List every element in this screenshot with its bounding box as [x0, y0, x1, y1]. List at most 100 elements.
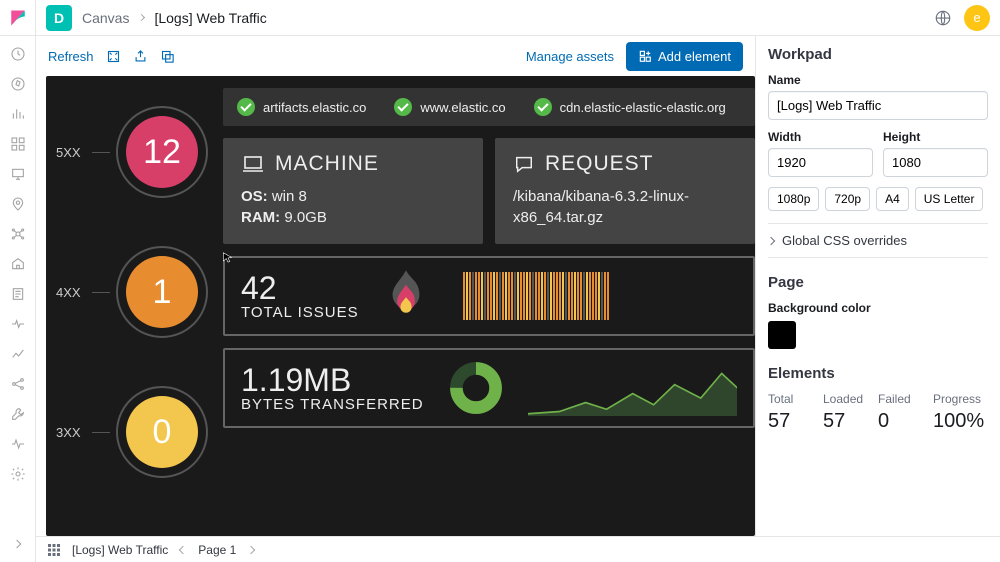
- css-overrides-accordion[interactable]: Global CSS overrides: [768, 223, 988, 258]
- settings-panel: Workpad Name Width Height 1080p 720p A4 …: [755, 36, 1000, 536]
- canvas-viewport[interactable]: 5XX 12 4XX 1 3XX 0: [46, 76, 755, 536]
- fullscreen-icon[interactable]: [106, 49, 121, 64]
- add-element-button[interactable]: Add element: [626, 42, 743, 71]
- kibana-logo[interactable]: [0, 0, 36, 36]
- flame-icon: [383, 268, 429, 324]
- host-pills[interactable]: artifacts.elastic.co www.elastic.co cdn.…: [223, 88, 755, 126]
- stat-progress: Progress 100%: [933, 392, 988, 433]
- bytes-row[interactable]: 1.19MB BYTES TRANSFERRED: [223, 348, 755, 428]
- status-4xx-value: 1: [126, 256, 198, 328]
- preset-usletter[interactable]: US Letter: [915, 187, 984, 211]
- footer-page-label[interactable]: Page 1: [198, 543, 236, 557]
- check-icon: [394, 98, 412, 116]
- refresh-button[interactable]: Refresh: [48, 49, 94, 64]
- elements-header: Elements: [768, 365, 988, 382]
- prev-page-icon[interactable]: [179, 545, 187, 553]
- laptop-icon: [241, 154, 265, 174]
- left-nav: [0, 36, 36, 562]
- ml-icon[interactable]: [10, 226, 26, 242]
- next-page-icon[interactable]: [247, 545, 255, 553]
- map-pin-icon[interactable]: [10, 196, 26, 212]
- request-title: REQUEST: [545, 152, 654, 176]
- footer-workpad-name[interactable]: [Logs] Web Traffic: [72, 543, 168, 557]
- machine-os: win 8: [272, 188, 307, 205]
- chevron-right-icon: [138, 14, 145, 21]
- chevron-right-icon: [767, 236, 775, 244]
- app-icon[interactable]: D: [46, 5, 72, 31]
- canvas-toolbar: Refresh Manage assets Add element: [36, 36, 755, 76]
- host-pill-2: cdn.elastic-elastic-elastic.org: [534, 98, 726, 116]
- page-footer: [Logs] Web Traffic Page 1: [36, 536, 1000, 562]
- check-icon: [534, 98, 552, 116]
- status-3xx-label: 3XX: [56, 425, 92, 440]
- infra-icon[interactable]: [10, 256, 26, 272]
- issues-value: 42: [241, 272, 359, 304]
- check-icon: [237, 98, 255, 116]
- bg-color-swatch[interactable]: [768, 321, 796, 349]
- width-label: Width: [768, 130, 873, 144]
- news-feed-icon[interactable]: [934, 9, 952, 27]
- page-header: Page: [768, 274, 988, 291]
- breadcrumb-app[interactable]: Canvas: [82, 10, 129, 26]
- status-4xx[interactable]: 4XX 1: [46, 246, 211, 338]
- canvas-icon[interactable]: [10, 166, 26, 182]
- status-4xx-label: 4XX: [56, 285, 92, 300]
- preset-a4[interactable]: A4: [876, 187, 909, 211]
- height-input[interactable]: [883, 148, 988, 177]
- name-label: Name: [768, 73, 988, 87]
- bytes-label: BYTES TRANSFERRED: [241, 396, 424, 413]
- stat-total: Total 57: [768, 392, 823, 433]
- uptime-icon[interactable]: [10, 346, 26, 362]
- manage-assets-button[interactable]: Manage assets: [526, 49, 614, 64]
- status-5xx-label: 5XX: [56, 145, 92, 160]
- status-5xx[interactable]: 5XX 12: [46, 106, 211, 198]
- workpad-name-input[interactable]: [768, 91, 988, 120]
- management-icon[interactable]: [10, 466, 26, 482]
- dashboard-icon[interactable]: [10, 136, 26, 152]
- bytes-value: 1.19MB: [241, 364, 424, 396]
- machine-ram: 9.0GB: [284, 209, 327, 226]
- stat-failed: Failed 0: [878, 392, 933, 433]
- status-column: 5XX 12 4XX 1 3XX 0: [46, 76, 211, 526]
- bar-chart-icon[interactable]: [10, 106, 26, 122]
- collapse-icon[interactable]: [10, 536, 26, 552]
- width-input[interactable]: [768, 148, 873, 177]
- export-icon[interactable]: [160, 49, 175, 64]
- host-pill-1: www.elastic.co: [394, 98, 505, 116]
- top-header: D Canvas [Logs] Web Traffic e: [0, 0, 1000, 36]
- bg-color-label: Background color: [768, 301, 988, 315]
- issues-label: TOTAL ISSUES: [241, 304, 359, 321]
- machine-card[interactable]: MACHINE OS: win 8 RAM: 9.0GB: [223, 138, 483, 244]
- total-issues-row[interactable]: 42 TOTAL ISSUES: [223, 256, 755, 336]
- bytes-area-chart: [528, 360, 737, 416]
- recent-icon[interactable]: [10, 46, 26, 62]
- donut-chart: [448, 360, 504, 416]
- stat-loaded: Loaded 57: [823, 392, 878, 433]
- status-3xx[interactable]: 3XX 0: [46, 386, 211, 478]
- grid-icon[interactable]: [48, 544, 60, 556]
- kibana-logo-icon: [9, 9, 27, 27]
- cursor-icon: [221, 251, 235, 265]
- request-path: /kibana/kibana-6.3.2-linux-x86_64.tar.gz: [513, 186, 737, 228]
- add-element-icon: [638, 49, 652, 63]
- host-pill-0: artifacts.elastic.co: [237, 98, 366, 116]
- preset-720p[interactable]: 720p: [825, 187, 870, 211]
- status-5xx-value: 12: [126, 116, 198, 188]
- logs-icon[interactable]: [10, 286, 26, 302]
- height-label: Height: [883, 130, 988, 144]
- preset-row: 1080p 720p A4 US Letter: [768, 187, 988, 211]
- share-icon[interactable]: [133, 49, 148, 64]
- compass-icon[interactable]: [10, 76, 26, 92]
- breadcrumb-workpad[interactable]: [Logs] Web Traffic: [154, 10, 266, 26]
- comment-icon: [513, 154, 535, 174]
- preset-1080p[interactable]: 1080p: [768, 187, 819, 211]
- request-card[interactable]: REQUEST /kibana/kibana-6.3.2-linux-x86_6…: [495, 138, 755, 244]
- monitoring-icon[interactable]: [10, 436, 26, 452]
- graph-icon[interactable]: [10, 376, 26, 392]
- status-3xx-value: 0: [126, 396, 198, 468]
- apm-icon[interactable]: [10, 316, 26, 332]
- dev-tools-icon[interactable]: [10, 406, 26, 422]
- issues-barcode: [463, 272, 609, 320]
- workpad-header: Workpad: [768, 46, 988, 63]
- user-avatar[interactable]: e: [964, 5, 990, 31]
